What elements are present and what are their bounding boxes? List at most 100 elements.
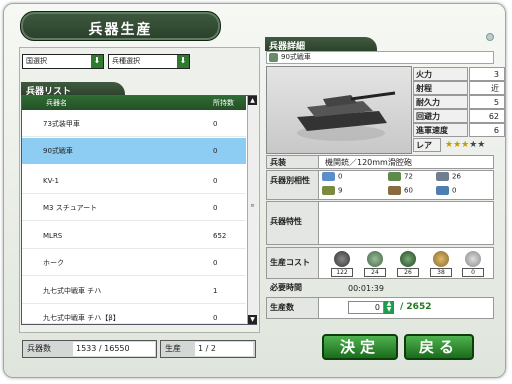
production-count-value: 1 / 2 xyxy=(195,342,253,356)
item-name: 73式装甲車 xyxy=(43,120,80,128)
tank-image xyxy=(297,91,396,141)
steel-icon xyxy=(433,251,449,267)
affinity-item: 9 xyxy=(322,186,342,195)
affinity-value: 0 xyxy=(338,172,343,181)
quantity-input[interactable]: 0 xyxy=(348,301,384,314)
page-title: 兵器生産 xyxy=(88,22,153,38)
country-select[interactable]: 国選択 ⬇ xyxy=(22,54,104,69)
list-item[interactable]: ホーク 0 xyxy=(22,250,246,276)
cost-value: 26 xyxy=(397,268,419,277)
list-header: 兵器名 所持数 xyxy=(22,96,246,110)
stat-label: 耐久力 xyxy=(413,95,468,109)
equipment-row: 兵装 機関銃／120mm滑腔砲 xyxy=(266,155,494,169)
affinity-value: 72 xyxy=(404,172,413,181)
close-button[interactable] xyxy=(486,33,494,41)
affinity-item: 0 xyxy=(436,186,456,195)
weapon-count-value: 1533 / 16550 xyxy=(73,342,155,356)
item-owned: 0 xyxy=(213,120,218,128)
production-count-label: 生産 xyxy=(165,344,181,353)
list-item[interactable]: MLRS 652 xyxy=(22,223,246,249)
country-select-label: 国選択 xyxy=(26,57,47,65)
submarine-icon xyxy=(436,186,449,195)
confirm-button[interactable]: 決定 xyxy=(322,334,398,360)
soldier-icon xyxy=(400,251,416,267)
item-owned: 0 xyxy=(213,259,218,267)
trait-label: 兵器特性 xyxy=(267,202,319,244)
list-item-selected[interactable]: 90式戦車 0 xyxy=(22,138,246,164)
plane-icon xyxy=(322,172,335,181)
stat-label: 射程 xyxy=(413,81,468,95)
quantity-label: 生産数 xyxy=(267,298,319,318)
tank-icon xyxy=(269,53,278,62)
affinity-item: 0 xyxy=(322,172,342,181)
item-owned: 0 xyxy=(213,147,218,155)
stat-value: 6 xyxy=(469,123,505,137)
stat-label: 回避力 xyxy=(413,109,468,123)
time-value: 00:01:39 xyxy=(348,284,384,293)
affinity-item: 60 xyxy=(388,186,413,195)
weapon-image xyxy=(266,66,412,154)
equipment-value: 機関銃／120mm滑腔砲 xyxy=(325,158,412,167)
stat-label: 進軍速度 xyxy=(413,123,468,137)
type-select-label: 兵種選択 xyxy=(112,57,140,65)
weapon-name-bar: 90式戦車 xyxy=(266,51,494,64)
coin-icon xyxy=(465,251,481,267)
item-name: M3 スチュアート xyxy=(43,204,98,212)
affinity-value: 9 xyxy=(338,186,343,195)
col-owned-header: 所持数 xyxy=(213,99,234,107)
artillery-icon xyxy=(322,186,335,195)
affinity-label: 兵器別相性 xyxy=(267,171,319,199)
cost-item: 26 xyxy=(397,251,419,277)
back-button[interactable]: 戻る xyxy=(404,334,474,360)
item-name: ホーク xyxy=(43,259,64,267)
cost-item: 0 xyxy=(462,251,484,277)
item-owned: 1 xyxy=(213,287,218,295)
affinity-item: 26 xyxy=(436,172,461,181)
arrow-down-icon: ⬇ xyxy=(91,55,103,68)
col-name-header: 兵器名 xyxy=(46,99,67,107)
list-item[interactable]: M3 スチュアート 0 xyxy=(22,195,246,221)
arrow-down-icon: ⬇ xyxy=(177,55,189,68)
item-name: MLRS xyxy=(43,232,63,240)
stat-value: 3 xyxy=(469,67,505,81)
list-item[interactable]: KV-1 0 xyxy=(22,168,246,194)
item-owned: 0 xyxy=(213,314,218,322)
list-item[interactable]: 九七式中戦車 チハ【β】 0 xyxy=(22,305,246,324)
oil-drum-icon xyxy=(367,251,383,267)
quantity-stepper[interactable]: ▲ ▼ xyxy=(384,301,394,314)
type-select[interactable]: 兵種選択 ⬇ xyxy=(108,54,190,69)
scroll-up-icon[interactable]: ▲ xyxy=(248,96,257,105)
item-name: 九七式中戦車 チハ【β】 xyxy=(43,314,120,322)
list-item[interactable]: 九七式中戦車 チハ 1 xyxy=(22,278,246,304)
list-item[interactable]: 73式装甲車 0 xyxy=(22,111,246,137)
item-name: 九七式中戦車 チハ xyxy=(43,287,102,295)
weapon-name: 90式戦車 xyxy=(281,53,311,61)
weapon-list-tab: 兵器リスト xyxy=(21,82,125,97)
cost-value: 0 xyxy=(462,268,484,277)
cost-item: 122 xyxy=(331,251,353,277)
weapon-list: 兵器名 所持数 73式装甲車 0 90式戦車 0 KV-1 0 M3 スチュアート 0 … xyxy=(21,95,257,325)
stat-value: 5 xyxy=(469,95,505,109)
truck-icon xyxy=(388,186,401,195)
item-owned: 0 xyxy=(213,204,218,212)
item-name: 90式戦車 xyxy=(43,147,73,155)
cost-item: 38 xyxy=(430,251,452,277)
item-owned: 0 xyxy=(213,177,218,185)
cost-value: 38 xyxy=(430,268,452,277)
stat-value: 62 xyxy=(469,109,505,123)
weapon-detail-tab: 兵器詳細 xyxy=(265,37,377,52)
quantity-max: / 2652 xyxy=(400,302,432,312)
cost-item: 24 xyxy=(364,251,386,277)
weapon-count-bar: 兵器数 1533 / 16550 xyxy=(22,340,157,358)
title-header: 兵器生産 xyxy=(20,11,221,41)
affinity-value: 26 xyxy=(452,172,461,181)
scroll-down-icon[interactable]: ▼ xyxy=(248,315,257,324)
scroll-grip-icon[interactable]: ≡ xyxy=(248,202,257,210)
affinity-value: 60 xyxy=(404,186,413,195)
trait-row: 兵器特性 xyxy=(266,201,494,245)
list-scrollbar[interactable]: ▲ ≡ ▼ xyxy=(247,96,257,324)
cost-label: 生産コスト xyxy=(267,248,319,278)
stat-label: 火力 xyxy=(413,67,468,81)
tank-icon xyxy=(388,172,401,181)
affinity-value: 0 xyxy=(452,186,457,195)
